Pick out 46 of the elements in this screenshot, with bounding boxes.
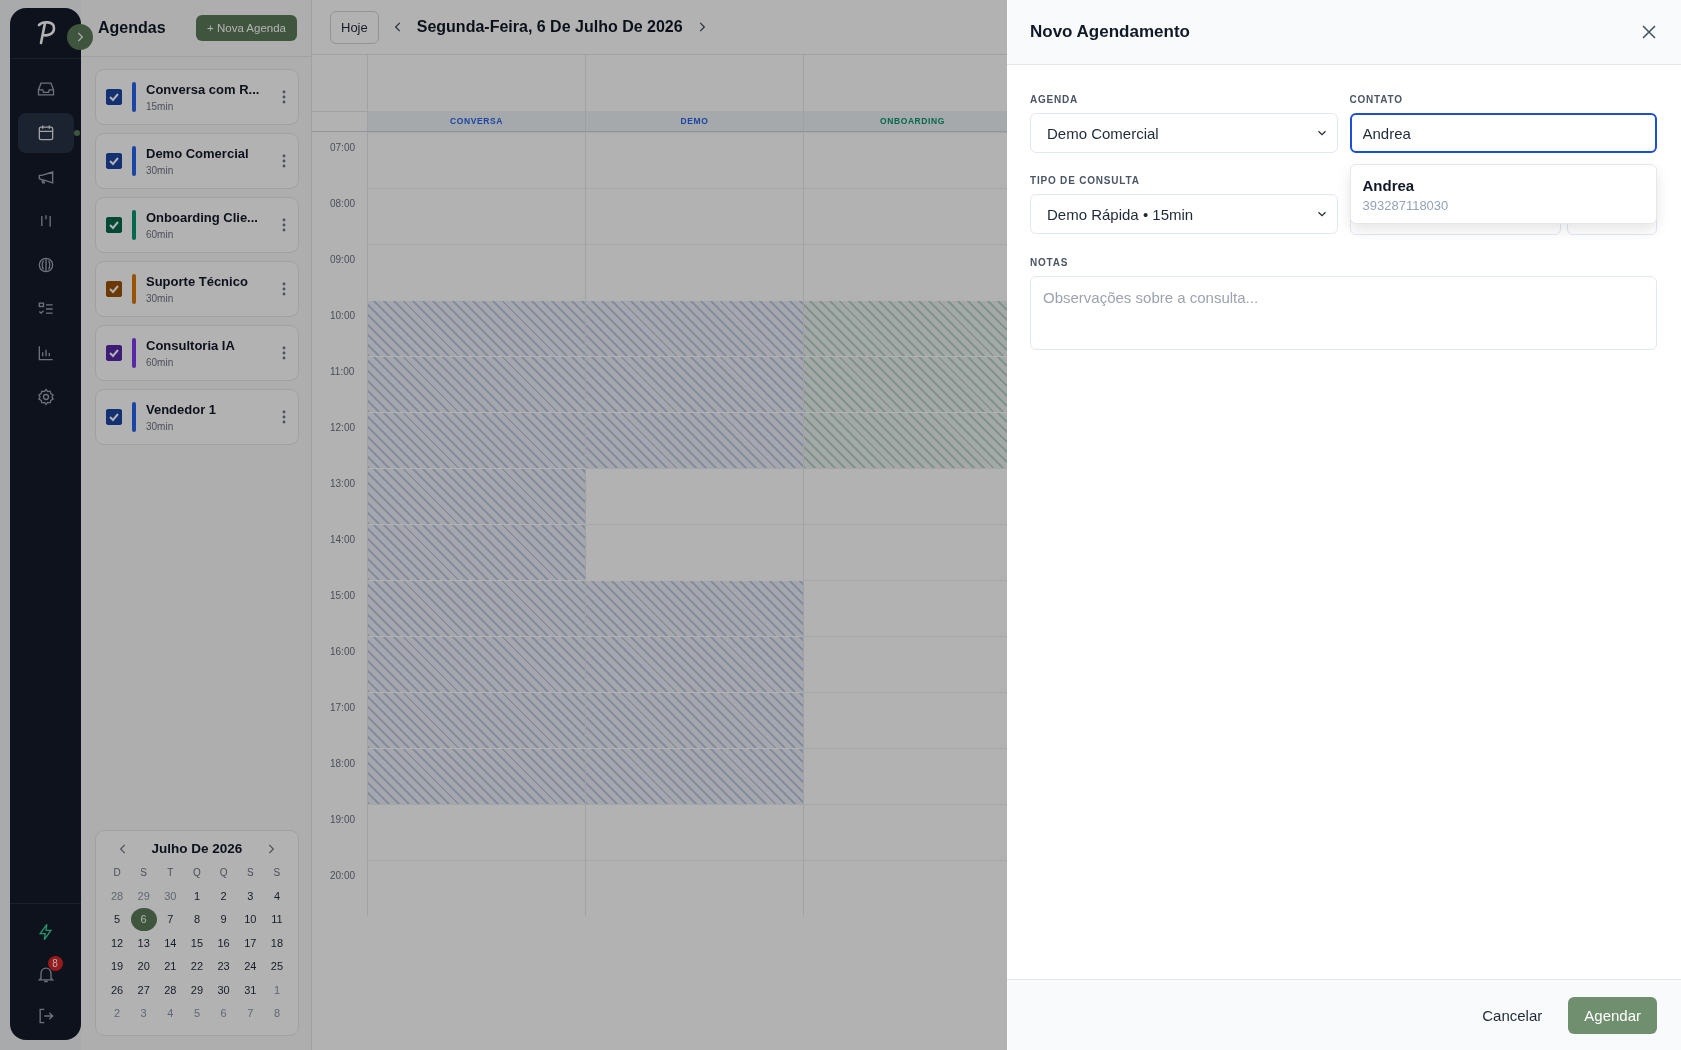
agenda-duration: 15min xyxy=(146,101,175,112)
panel-title: Agendas xyxy=(98,19,166,37)
column-header: ONBOARDING xyxy=(880,116,945,126)
column-header: DEMO xyxy=(680,116,709,126)
agenda-duration: 30min xyxy=(146,421,175,432)
agenda-name: Onboarding Clie... xyxy=(146,210,259,225)
month-title: Julho De 2026 xyxy=(151,841,243,856)
notification-count: 8 xyxy=(47,956,63,971)
agenda-duration: 30min xyxy=(146,293,175,304)
time-label: 13:00 xyxy=(329,477,357,491)
time-label: 12:00 xyxy=(329,421,357,435)
contact-phone: 393287118030 xyxy=(1362,198,1450,213)
panel-title: Novo Agendamento xyxy=(1030,22,1190,42)
weekday-label: Q xyxy=(218,866,229,880)
weekday-label: Q xyxy=(192,866,202,880)
agenda-name: Conversa com R... xyxy=(146,82,261,97)
agenda-name: Demo Comercial xyxy=(146,146,250,161)
weekday-label: T xyxy=(166,866,175,880)
time-label: 14:00 xyxy=(329,533,357,547)
time-label: 18:00 xyxy=(329,757,357,771)
time-label: 07:00 xyxy=(329,141,357,155)
weekday-label: D xyxy=(112,866,122,880)
column-header: CONVERSA xyxy=(450,116,503,126)
date-title: Segunda-Feira, 6 De Julho De 2026 xyxy=(416,18,683,36)
agenda-name: Suporte Técnico xyxy=(146,274,249,289)
field-label: NOTAS xyxy=(1030,257,1070,268)
agenda-duration: 60min xyxy=(146,357,175,368)
time-label: 11:00 xyxy=(329,365,356,379)
agenda-name: Consultoria IA xyxy=(146,338,236,353)
weekday-label: S xyxy=(139,866,148,880)
time-label: 16:00 xyxy=(329,645,357,659)
time-label: 10:00 xyxy=(329,309,357,323)
time-label: 08:00 xyxy=(329,197,357,211)
time-label: 20:00 xyxy=(329,869,357,883)
time-label: 15:00 xyxy=(329,589,357,603)
field-label: CONTATO xyxy=(1349,94,1404,105)
weekday-label: S xyxy=(245,866,255,880)
time-label: 09:00 xyxy=(329,253,357,267)
field-label: AGENDA xyxy=(1030,94,1080,105)
field-label: TIPO DE CONSULTA xyxy=(1030,175,1141,186)
time-label: 19:00 xyxy=(329,813,357,827)
agenda-name: Vendedor 1 xyxy=(146,402,218,417)
weekday-label: S xyxy=(272,866,282,880)
agenda-duration: 60min xyxy=(146,229,175,240)
agenda-duration: 30min xyxy=(146,165,175,176)
time-label: 17:00 xyxy=(329,701,357,715)
